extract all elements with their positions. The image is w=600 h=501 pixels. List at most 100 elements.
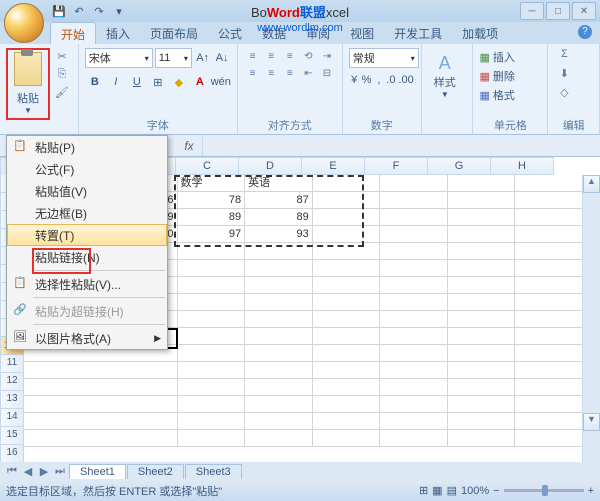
- menu-formulas[interactable]: 公式(F): [7, 158, 167, 180]
- col-header[interactable]: D: [239, 157, 302, 175]
- qat-dropdown-icon[interactable]: ▾: [110, 2, 128, 20]
- format-painter-icon[interactable]: 🖌: [54, 86, 70, 102]
- cell[interactable]: [515, 192, 583, 209]
- cell[interactable]: [380, 311, 448, 328]
- cell[interactable]: [448, 260, 516, 277]
- merge-icon[interactable]: ⊟: [318, 65, 336, 81]
- cell[interactable]: [515, 430, 583, 447]
- cell[interactable]: [448, 345, 516, 362]
- cell[interactable]: [24, 379, 178, 396]
- col-header[interactable]: E: [302, 157, 365, 175]
- cell[interactable]: [178, 277, 246, 294]
- scroll-up-icon[interactable]: ▲: [583, 175, 600, 193]
- cell[interactable]: [178, 260, 246, 277]
- cell[interactable]: [24, 430, 178, 447]
- border-button[interactable]: ⊞: [148, 72, 168, 92]
- redo-icon[interactable]: ↷: [90, 2, 108, 20]
- cell[interactable]: [448, 430, 516, 447]
- cell[interactable]: [515, 379, 583, 396]
- align-left-icon[interactable]: ≡: [244, 65, 262, 81]
- tab-addins[interactable]: 加载项: [452, 22, 508, 44]
- sheet-tab-2[interactable]: Sheet2: [127, 464, 184, 479]
- cell[interactable]: [515, 175, 583, 192]
- phonetic-button[interactable]: wén: [211, 72, 231, 92]
- cell[interactable]: [313, 192, 381, 209]
- help-icon[interactable]: ?: [578, 25, 592, 39]
- row-header[interactable]: 15: [0, 427, 24, 445]
- cell[interactable]: [313, 175, 381, 192]
- menu-no-border[interactable]: 无边框(B): [7, 202, 167, 224]
- cut-icon[interactable]: ✂: [54, 50, 70, 66]
- cell[interactable]: 78: [178, 192, 246, 209]
- cell[interactable]: [380, 243, 448, 260]
- cell[interactable]: [515, 209, 583, 226]
- cell[interactable]: 97: [178, 226, 246, 243]
- shrink-font-icon[interactable]: A↓: [213, 48, 230, 68]
- cell[interactable]: [515, 260, 583, 277]
- tab-pagelayout[interactable]: 页面布局: [140, 22, 208, 44]
- cell[interactable]: [245, 260, 313, 277]
- clear-icon[interactable]: ◇: [554, 86, 574, 104]
- cell[interactable]: [380, 192, 448, 209]
- cell[interactable]: [448, 209, 516, 226]
- cell[interactable]: [380, 396, 448, 413]
- col-header[interactable]: C: [176, 157, 239, 175]
- cell[interactable]: [313, 260, 381, 277]
- fill-color-button[interactable]: ◆: [169, 72, 189, 92]
- cell[interactable]: [515, 362, 583, 379]
- cell[interactable]: [380, 260, 448, 277]
- cell[interactable]: [515, 226, 583, 243]
- menu-as-picture[interactable]: 🖼以图片格式(A)▶: [7, 327, 167, 349]
- align-center-icon[interactable]: ≡: [262, 65, 280, 81]
- cell[interactable]: [448, 362, 516, 379]
- cell[interactable]: [313, 413, 381, 430]
- cell[interactable]: [178, 345, 246, 362]
- number-format-select[interactable]: 常规▾: [349, 48, 419, 68]
- cell[interactable]: [178, 379, 246, 396]
- cell[interactable]: [245, 413, 313, 430]
- cell[interactable]: [245, 345, 313, 362]
- inc-decimal-icon[interactable]: .0: [385, 70, 396, 90]
- cell[interactable]: [245, 294, 313, 311]
- paste-button[interactable]: 粘贴 ▼: [6, 48, 50, 120]
- tab-formulas[interactable]: 公式: [208, 22, 252, 44]
- row-header[interactable]: 11: [0, 355, 24, 373]
- styles-button[interactable]: A 样式 ▼: [426, 46, 464, 106]
- tab-nav-prev-icon[interactable]: ◀: [20, 465, 36, 478]
- row-header[interactable]: 12: [0, 373, 24, 391]
- cell[interactable]: 87: [245, 192, 313, 209]
- font-color-button[interactable]: A: [190, 72, 210, 92]
- cell[interactable]: [380, 362, 448, 379]
- insert-cells-button[interactable]: ▦插入: [479, 48, 541, 66]
- menu-paste-link[interactable]: 粘贴链接(N): [7, 246, 167, 268]
- scroll-down-icon[interactable]: ▼: [583, 413, 600, 431]
- office-button[interactable]: [4, 3, 44, 43]
- cell[interactable]: 数学: [178, 175, 246, 192]
- vertical-scrollbar[interactable]: ▲ ▼: [582, 175, 600, 462]
- view-break-icon[interactable]: ▤: [447, 484, 457, 497]
- cell[interactable]: [448, 175, 516, 192]
- view-normal-icon[interactable]: ⊞: [419, 484, 428, 497]
- close-button[interactable]: ✕: [572, 2, 596, 20]
- cell[interactable]: [245, 243, 313, 260]
- cell[interactable]: [380, 226, 448, 243]
- cell[interactable]: [313, 328, 381, 345]
- bold-button[interactable]: B: [85, 72, 105, 92]
- zoom-level[interactable]: 100%: [461, 485, 489, 497]
- cell[interactable]: [515, 277, 583, 294]
- cell[interactable]: [448, 396, 516, 413]
- cell[interactable]: 英语: [245, 175, 313, 192]
- cell[interactable]: [245, 379, 313, 396]
- cell[interactable]: [245, 328, 313, 345]
- cell[interactable]: [313, 396, 381, 413]
- fill-icon[interactable]: ⬇: [554, 67, 574, 85]
- cell[interactable]: [245, 362, 313, 379]
- percent-icon[interactable]: %: [361, 70, 373, 90]
- currency-icon[interactable]: ¥: [349, 70, 360, 90]
- cell[interactable]: [313, 311, 381, 328]
- undo-icon[interactable]: ↶: [70, 2, 88, 20]
- cell[interactable]: [178, 430, 246, 447]
- cell[interactable]: 89: [178, 209, 246, 226]
- cell[interactable]: [515, 396, 583, 413]
- col-header[interactable]: G: [428, 157, 491, 175]
